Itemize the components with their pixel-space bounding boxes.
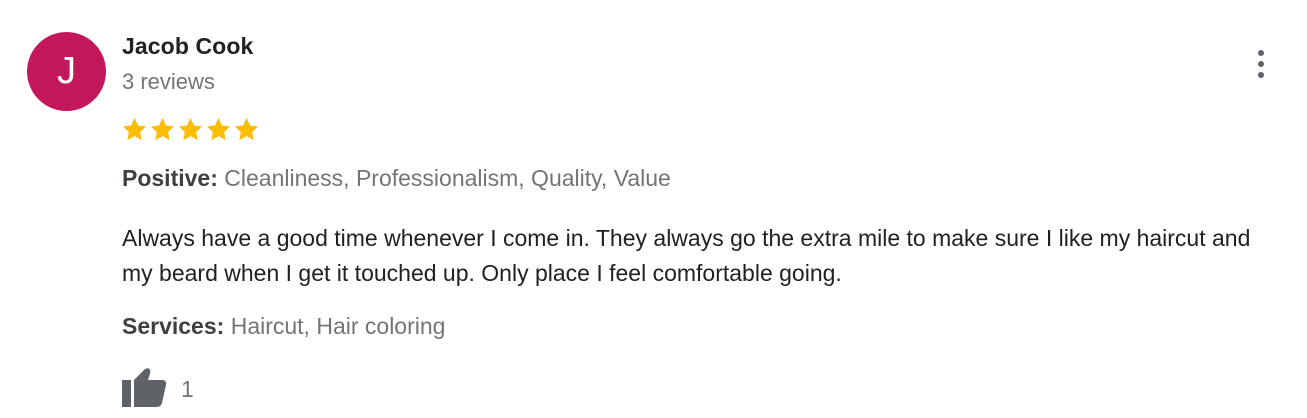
star-icon bbox=[234, 118, 259, 141]
star-icon bbox=[122, 118, 147, 141]
more-vert-icon-dot bbox=[1258, 61, 1264, 67]
more-vert-icon bbox=[1258, 50, 1264, 56]
like-row: 1 bbox=[121, 364, 194, 408]
more-vert-icon-dot bbox=[1258, 72, 1264, 78]
positive-highlights: Positive: Cleanliness, Professionalism, … bbox=[122, 165, 671, 192]
author-name[interactable]: Jacob Cook bbox=[122, 33, 253, 60]
avatar[interactable]: J bbox=[27, 32, 106, 111]
star-icon bbox=[150, 118, 175, 141]
positive-value: Cleanliness, Professionalism, Quality, V… bbox=[224, 165, 671, 191]
services-highlights: Services: Haircut, Hair coloring bbox=[122, 313, 445, 340]
services-label: Services: bbox=[122, 313, 225, 339]
review-card: J Jacob Cook 3 reviews Positive: Cleanli… bbox=[0, 0, 1307, 418]
star-rating bbox=[121, 116, 260, 146]
star-icon bbox=[206, 118, 231, 141]
avatar-initial: J bbox=[57, 50, 76, 92]
thumbs-up-icon[interactable] bbox=[121, 364, 167, 408]
services-value: Haircut, Hair coloring bbox=[230, 313, 446, 339]
review-text: Always have a good time whenever I come … bbox=[122, 225, 1251, 286]
review-count[interactable]: 3 reviews bbox=[122, 69, 215, 95]
star-icon bbox=[178, 118, 203, 141]
like-count: 1 bbox=[181, 375, 194, 402]
more-options-button[interactable] bbox=[1249, 46, 1273, 82]
positive-label: Positive: bbox=[122, 165, 218, 191]
